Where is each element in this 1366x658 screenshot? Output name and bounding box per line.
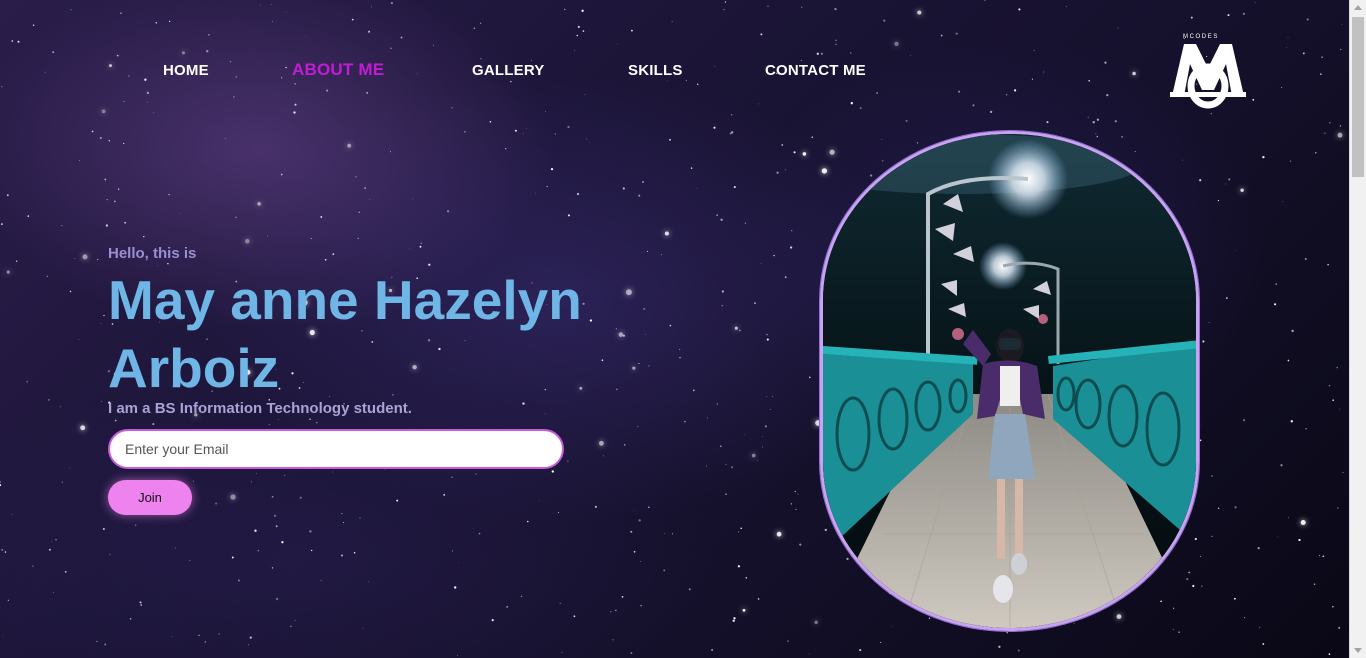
hero-greeting: Hello, this is xyxy=(108,245,197,262)
nav-home[interactable]: HOME xyxy=(163,62,209,79)
nav-about-me[interactable]: ABOUT ME xyxy=(292,60,384,80)
hero-subtitle: I am a BS Information Technology student… xyxy=(108,400,412,417)
mo-monogram-icon xyxy=(1170,44,1246,109)
email-input[interactable] xyxy=(108,429,564,469)
nav-skills[interactable]: SKILLS xyxy=(628,62,683,79)
scroll-down-arrow-icon[interactable] xyxy=(1354,648,1362,653)
nav-gallery[interactable]: GALLERY xyxy=(472,62,545,79)
logo-small-text: MCODES xyxy=(1183,34,1219,40)
scroll-up-arrow-icon[interactable] xyxy=(1354,5,1362,10)
hero-name: May anne Hazelyn Arboiz xyxy=(108,269,582,399)
vertical-scrollbar[interactable] xyxy=(1349,0,1366,658)
profile-photo-image xyxy=(823,134,1196,628)
scrollbar-thumb[interactable] xyxy=(1352,17,1364,177)
profile-photo xyxy=(820,131,1199,631)
hero-page: HOME ABOUT ME GALLERY SKILLS CONTACT ME … xyxy=(0,0,1349,658)
nav-contact-me[interactable]: CONTACT ME xyxy=(765,62,866,79)
join-button[interactable]: Join xyxy=(108,480,192,515)
site-logo[interactable]: MCODES xyxy=(1170,34,1246,110)
